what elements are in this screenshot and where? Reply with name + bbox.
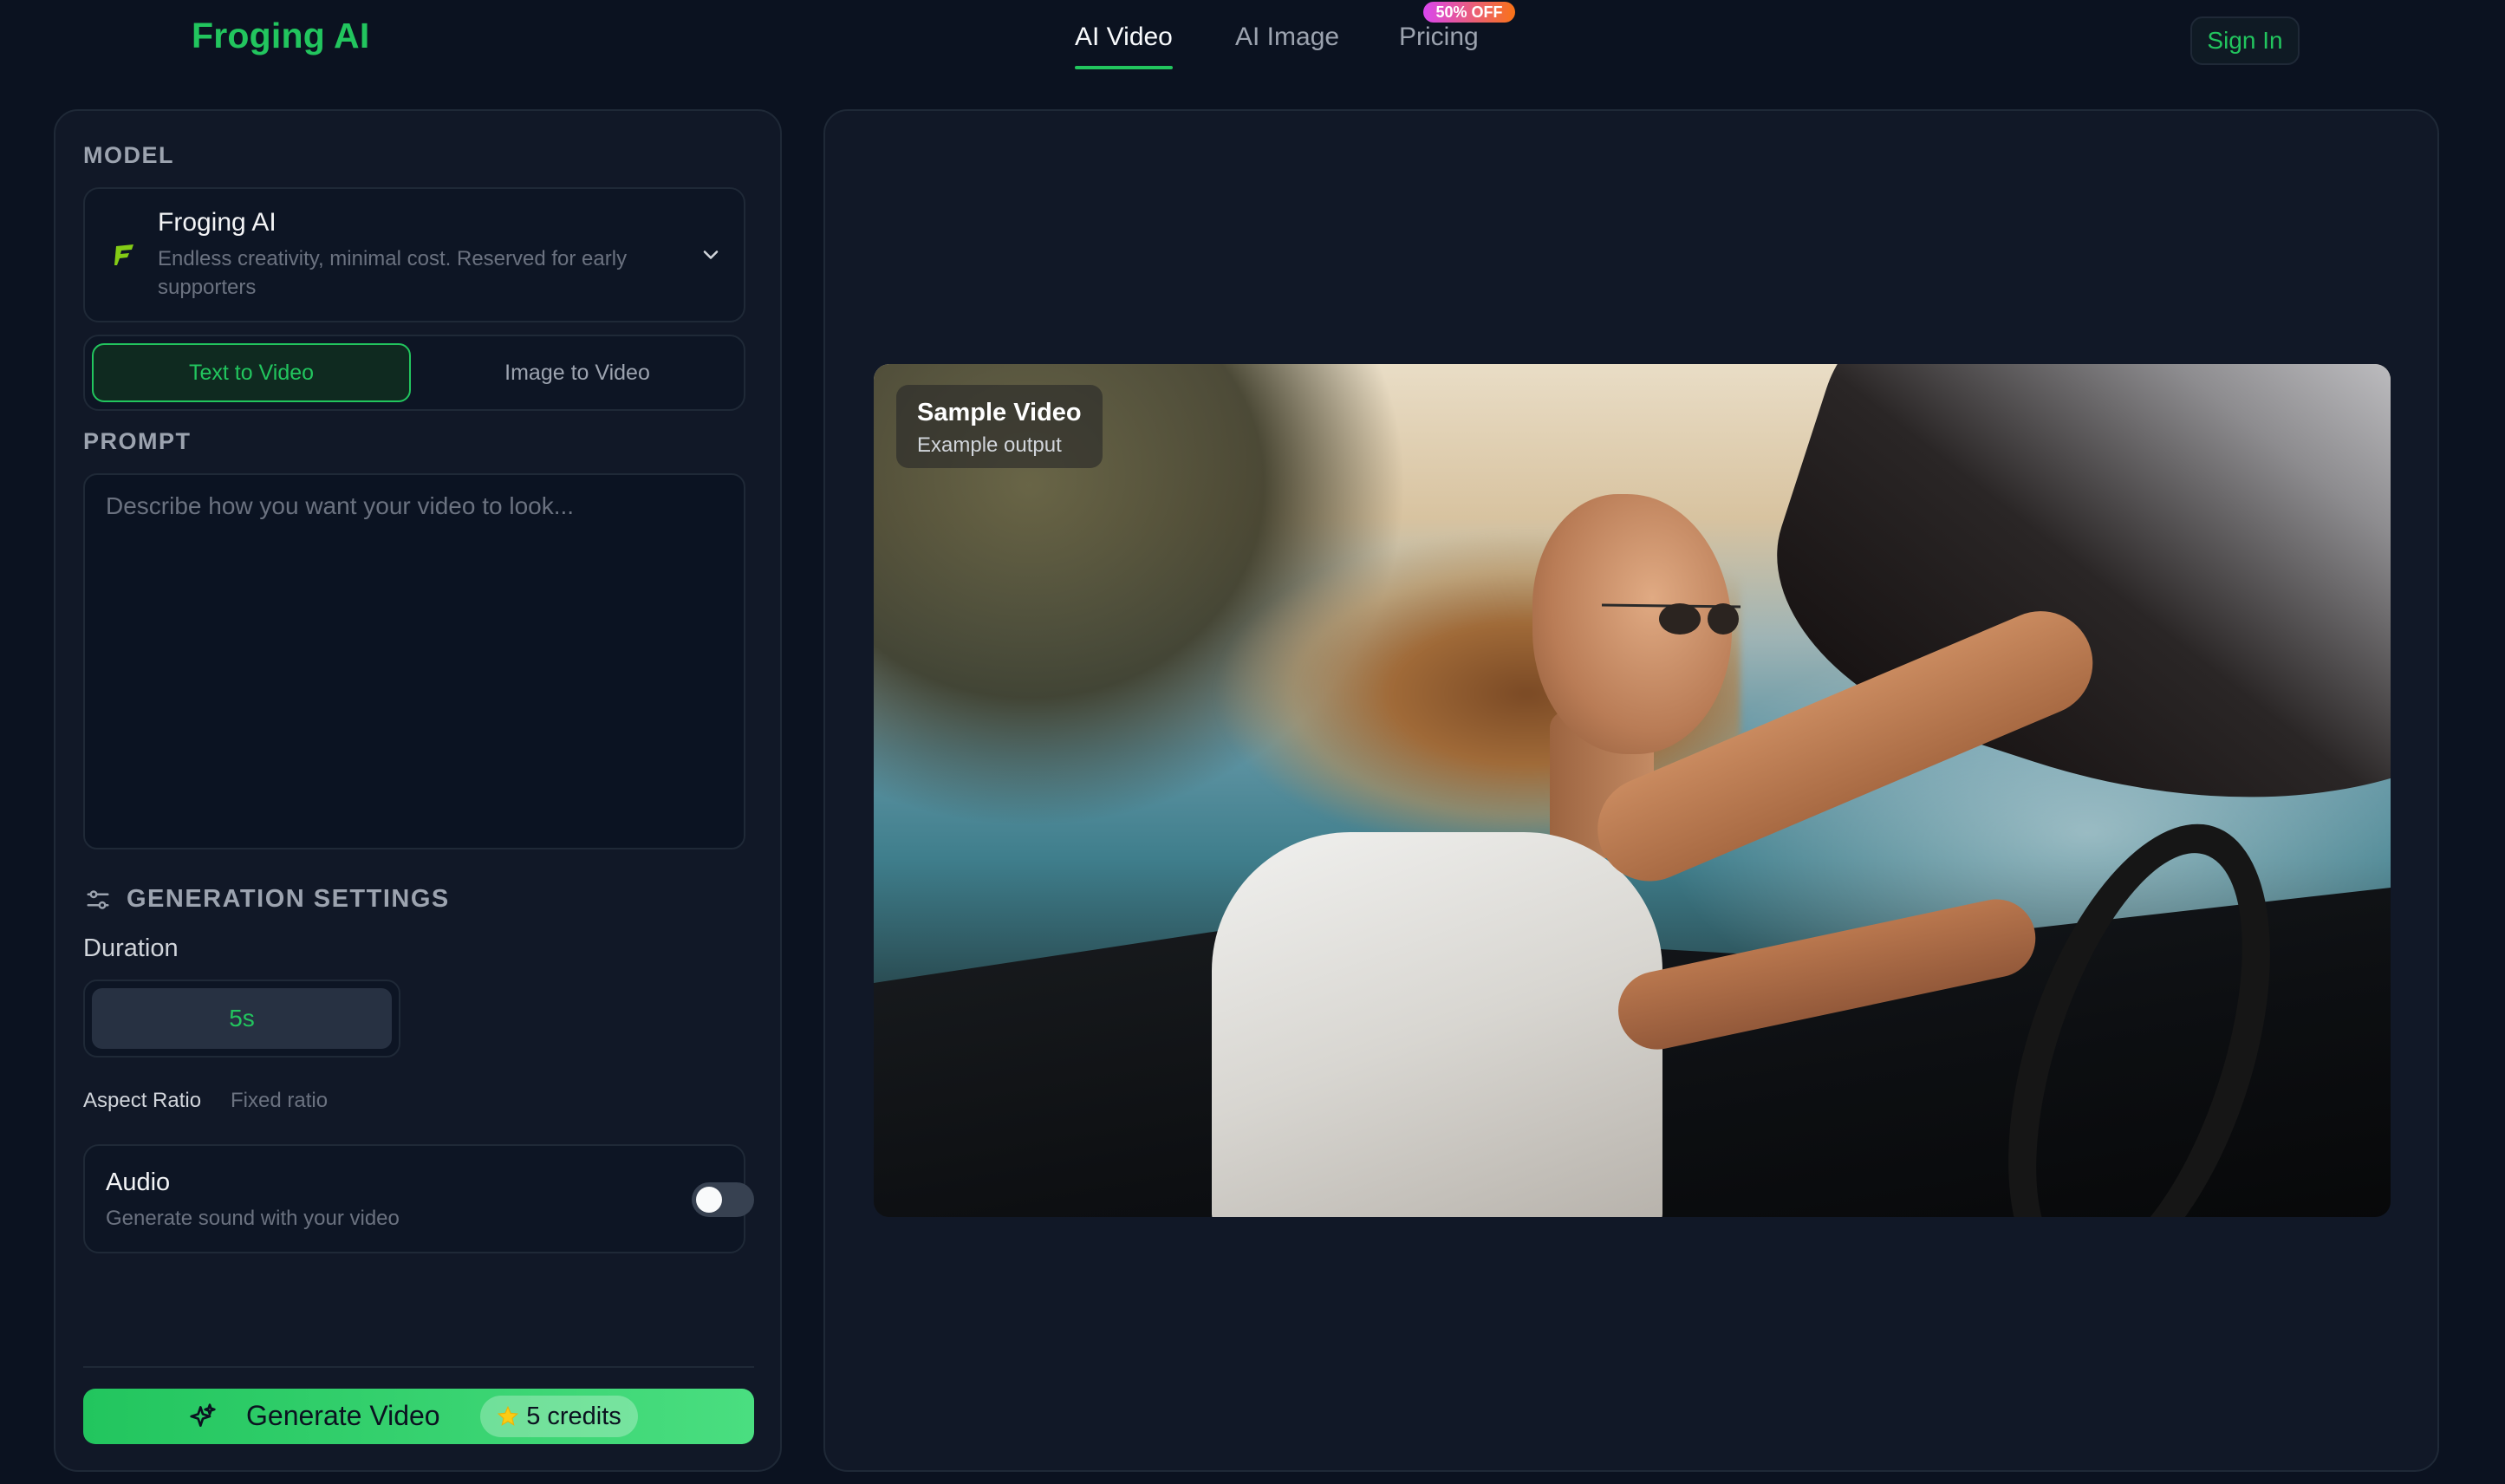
audio-title: Audio (106, 1168, 171, 1196)
sample-video-title: Sample Video (917, 399, 1082, 426)
chevron-down-icon[interactable] (699, 243, 723, 267)
model-selector[interactable]: Froging AI Endless creativity, minimal c… (83, 187, 745, 322)
mode-tabs: Text to Video Image to Video (83, 335, 745, 411)
generate-video-button[interactable]: Generate Video 5 credits (83, 1389, 754, 1444)
audio-setting: Audio Generate sound with your video (83, 1144, 754, 1253)
video-scene-sunglasses (1602, 603, 1740, 635)
audio-description: Generate sound with your video (106, 1207, 400, 1230)
sliders-icon (87, 890, 109, 909)
model-section-label: MODEL (83, 142, 174, 168)
nav-ai-image[interactable]: AI Image (1235, 23, 1339, 52)
prompt-section-label: PROMPT (83, 428, 192, 454)
duration-option-5s[interactable]: 5s (92, 988, 392, 1049)
sparkles-icon (190, 1403, 216, 1427)
divider (83, 1366, 754, 1368)
duration-label: Duration (83, 934, 179, 962)
audio-toggle[interactable] (692, 1182, 754, 1217)
star-icon (498, 1405, 519, 1426)
nav-pricing[interactable]: Pricing (1399, 23, 1479, 52)
model-description: Endless creativity, minimal cost. Reserv… (158, 247, 628, 299)
generation-settings-heading: GENERATION SETTINGS (127, 885, 450, 913)
sign-in-button[interactable]: Sign In (2190, 16, 2300, 65)
credits-label: 5 credits (526, 1402, 621, 1430)
tab-text-to-video[interactable]: Text to Video (92, 343, 411, 402)
toggle-knob (696, 1187, 722, 1213)
generate-button-label: Generate Video (246, 1400, 440, 1431)
prompt-input[interactable] (83, 473, 745, 849)
sample-video[interactable]: Sample Video Example output (874, 364, 2391, 1217)
credits-badge: 5 credits (480, 1396, 638, 1437)
generation-panel: MODEL Froging AI Endless creativity, min… (54, 109, 782, 1472)
main-nav: AI Video AI Image Pricing 50% OFF (0, 0, 2505, 80)
sample-video-subtitle: Example output (917, 433, 1062, 457)
tab-image-to-video[interactable]: Image to Video (418, 343, 737, 402)
duration-selector: 5s (83, 980, 400, 1058)
model-name: Froging AI (158, 208, 277, 237)
preview-panel: Sample Video Example output (823, 109, 2439, 1472)
pricing-discount-badge: 50% OFF (1423, 2, 1515, 23)
sample-video-tag: Sample Video Example output (896, 385, 1103, 468)
froging-logo-icon (114, 244, 133, 265)
nav-ai-video[interactable]: AI Video (1075, 23, 1173, 52)
aspect-ratio-value: Fixed ratio (231, 1089, 329, 1112)
video-scene-shirt (1212, 832, 1662, 1217)
nav-active-underline (1075, 66, 1173, 69)
top-header: Froging AI AI Video AI Image Pricing 50%… (0, 0, 2505, 80)
aspect-ratio-label: Aspect Ratio (83, 1089, 202, 1112)
